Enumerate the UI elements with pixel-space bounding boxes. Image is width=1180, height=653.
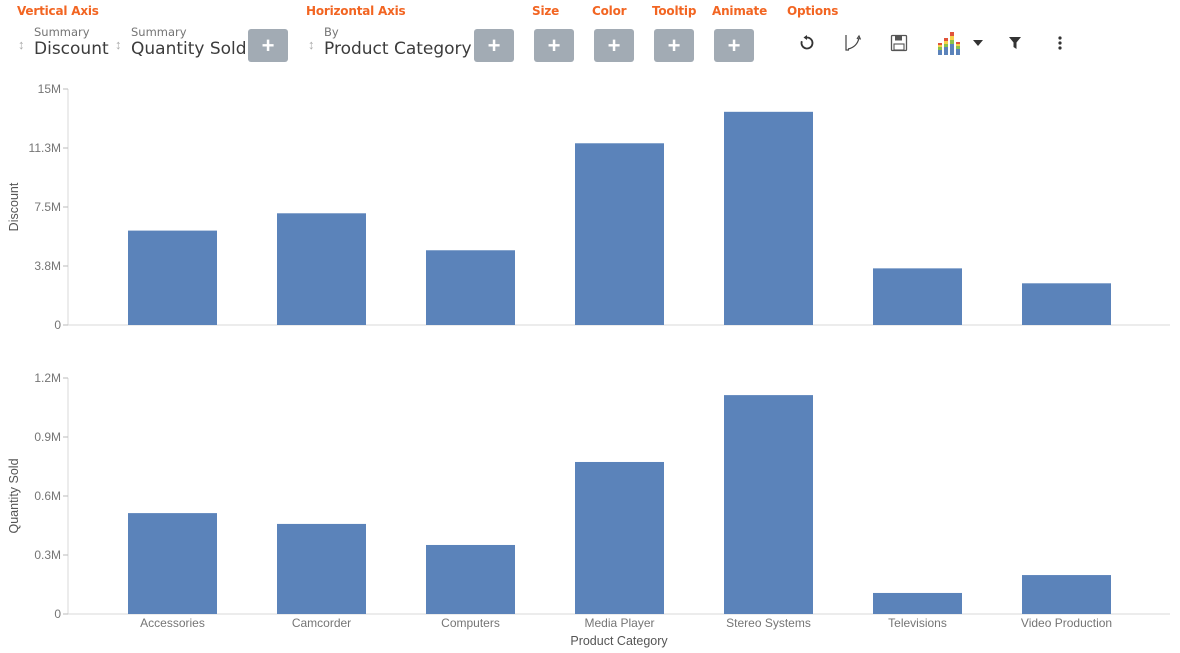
field-main-label: Quantity Sold [131,39,247,59]
quantity-sold-chart: 0 0.3M 0.6M 0.9M 1.2M Quantity Sold Accessorie… [7,371,1170,648]
bar-accessories[interactable] [128,230,217,325]
x-tick-label: Video Production [1021,616,1112,630]
y-tick-label: 0.9M [34,430,61,444]
refresh-icon[interactable] [794,30,820,56]
save-icon[interactable] [886,30,912,56]
bar-televisions[interactable] [873,592,962,614]
x-axis-title: Product Category [570,634,668,648]
bar-camcorder[interactable] [277,213,366,325]
y-tick-label: 0 [54,318,61,332]
y-axis-title: Quantity Sold [7,458,21,533]
x-tick-label: Stereo Systems [726,616,811,630]
add-vertical-axis-button[interactable]: + [248,29,288,62]
filter-icon[interactable] [1002,30,1028,56]
y-tick-label: 11.3M [29,141,61,155]
bar-stereo-systems[interactable] [724,111,813,326]
x-tick-label: Accessories [140,616,205,630]
field-sub-label: By [324,25,339,39]
x-tick-label: Media Player [584,616,654,630]
y-tick-label: 7.5M [34,200,61,214]
field-main-label: Discount [34,39,109,59]
bar-computers[interactable] [426,250,515,325]
animate-label: Animate [712,4,768,18]
size-label: Size [532,4,560,18]
bar-video-production[interactable] [1022,283,1111,325]
field-main-label: Product Category [324,39,472,59]
add-tooltip-button[interactable]: + [654,29,694,62]
horizontal-axis-label: Horizontal Axis [306,4,406,18]
y-tick-label: 0 [54,607,61,621]
bar-computers[interactable] [426,544,515,614]
x-tick-label: Camcorder [292,616,351,630]
drag-handle-icon[interactable]: ↕ [115,36,123,54]
field-sub-label: Summary [34,25,90,39]
bar-media-player[interactable] [575,461,664,614]
x-tick-label: Computers [441,616,500,630]
chart-type-icon[interactable] [936,30,964,56]
y-tick-label: 0.6M [34,489,61,503]
add-horizontal-axis-button[interactable]: + [474,29,514,62]
discount-chart: 0 3.8M 7.5M 11.3M 15M Discount [7,82,1170,332]
drag-handle-icon[interactable]: ↕ [18,36,26,54]
y-tick-label: 3.8M [34,259,61,273]
toolbar: Vertical Axis ↕ Summary Discount ↕ Summa… [0,0,1180,70]
curve-edit-icon[interactable] [840,30,866,56]
vertical-axis-field-quantity-sold[interactable]: ↕ Summary Quantity Sold [115,24,247,64]
bar-stereo-systems[interactable] [724,395,813,614]
y-axis-title: Discount [7,182,21,231]
options-label: Options [787,4,839,18]
drag-handle-icon[interactable]: ↕ [308,36,316,54]
tooltip-label: Tooltip [652,4,697,18]
y-tick-label: 15M [38,82,61,96]
field-sub-label: Summary [131,25,187,39]
add-color-button[interactable]: + [594,29,634,62]
bar-televisions[interactable] [873,268,962,325]
horizontal-axis-field-product-category[interactable]: ↕ By Product Category [308,24,472,64]
y-tick-label: 1.2M [34,371,61,385]
color-label: Color [592,4,627,18]
bar-video-production[interactable] [1022,575,1111,614]
bar-accessories[interactable] [128,513,217,614]
vertical-axis-label: Vertical Axis [17,4,99,18]
bar-camcorder[interactable] [277,523,366,614]
bar-charts: 0 3.8M 7.5M 11.3M 15M Discount 0 0.3M 0.6M 0.9M 1… [7,82,1170,648]
y-tick-label: 0.3M [34,548,61,562]
x-tick-label: Televisions [888,616,947,630]
dropdown-caret-icon[interactable] [968,30,988,56]
bar-media-player[interactable] [575,143,664,325]
vertical-axis-field-discount[interactable]: ↕ Summary Discount [18,24,113,64]
add-animate-button[interactable]: + [714,29,754,62]
more-vert-icon[interactable] [1047,30,1073,56]
add-size-button[interactable]: + [534,29,574,62]
